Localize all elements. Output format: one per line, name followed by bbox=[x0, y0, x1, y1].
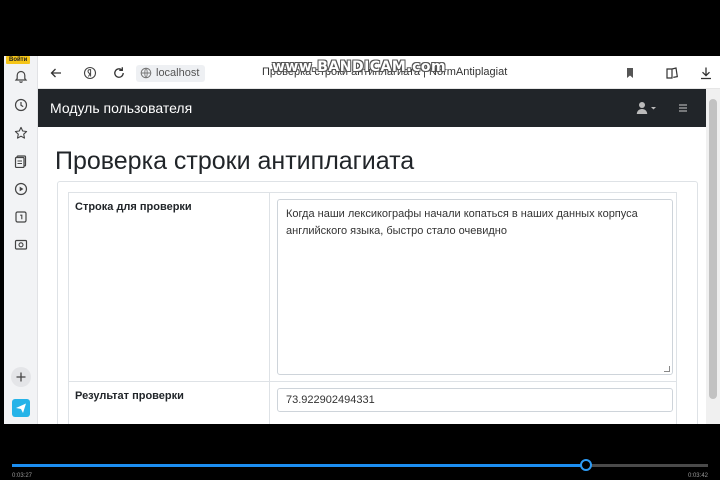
column-divider bbox=[269, 382, 270, 424]
recorder-watermark: www.BANDICAM.com bbox=[272, 59, 447, 75]
globe-icon bbox=[140, 67, 152, 79]
page-scrollbar[interactable] bbox=[706, 89, 720, 424]
navbar-brand[interactable]: Модуль пользователя bbox=[50, 100, 192, 116]
page-content: Проверка строки антиплагиата Строка для … bbox=[38, 127, 706, 424]
browser-sidebar: Войти bbox=[4, 56, 38, 424]
check-string-text: Когда наши лексикографы начали копаться … bbox=[286, 208, 638, 237]
timeline-progress bbox=[12, 464, 586, 467]
resize-grip-icon[interactable] bbox=[664, 366, 670, 372]
video-frame: www.BANDICAM.com Войти localhost Проверк… bbox=[0, 0, 720, 480]
page-title: Проверка строки антиплагиата bbox=[55, 147, 415, 175]
reload-icon[interactable] bbox=[111, 65, 127, 81]
browser-window: Войти localhost Проверка строки антиплаг… bbox=[4, 56, 720, 424]
play-icon[interactable] bbox=[12, 180, 30, 198]
star-icon[interactable] bbox=[12, 124, 30, 142]
app-navbar: Модуль пользователя bbox=[38, 89, 720, 127]
bookmark-icon[interactable] bbox=[622, 65, 638, 81]
timeline-track[interactable] bbox=[12, 464, 708, 467]
download-icon[interactable] bbox=[698, 65, 714, 81]
back-icon[interactable] bbox=[48, 65, 64, 81]
send-icon[interactable] bbox=[12, 399, 30, 417]
check-string-row: Строка для проверки Когда наши лексикогр… bbox=[68, 192, 677, 382]
screenshot-icon[interactable] bbox=[12, 236, 30, 254]
user-menu-button[interactable] bbox=[636, 101, 658, 115]
result-field[interactable]: 73.922902494331 bbox=[277, 388, 673, 412]
plus-icon[interactable] bbox=[11, 367, 31, 387]
check-string-label: Строка для проверки bbox=[75, 201, 192, 213]
calendar-icon[interactable] bbox=[12, 208, 30, 226]
address-bar[interactable]: localhost bbox=[136, 65, 206, 82]
current-time: 0:03:27 bbox=[12, 473, 33, 479]
result-row: Результат проверки 73.922902494331 bbox=[68, 382, 677, 424]
hamburger-icon[interactable] bbox=[676, 101, 690, 115]
bell-icon[interactable] bbox=[12, 68, 30, 86]
notes-icon[interactable] bbox=[12, 152, 30, 170]
column-divider bbox=[269, 193, 270, 381]
scrollbar-thumb[interactable] bbox=[709, 99, 717, 399]
clock-icon[interactable] bbox=[12, 96, 30, 114]
login-badge[interactable]: Войти bbox=[6, 56, 31, 64]
check-panel: Строка для проверки Когда наши лексикогр… bbox=[57, 181, 698, 424]
url-text: localhost bbox=[156, 67, 200, 79]
check-string-textarea[interactable]: Когда наши лексикографы начали копаться … bbox=[277, 199, 673, 375]
yandex-icon[interactable] bbox=[82, 65, 98, 81]
timeline-knob[interactable] bbox=[579, 459, 592, 471]
collections-icon[interactable] bbox=[664, 65, 680, 81]
total-time: 0:03:42 bbox=[687, 473, 708, 479]
user-icon bbox=[636, 102, 656, 114]
result-label: Результат проверки bbox=[75, 390, 184, 402]
